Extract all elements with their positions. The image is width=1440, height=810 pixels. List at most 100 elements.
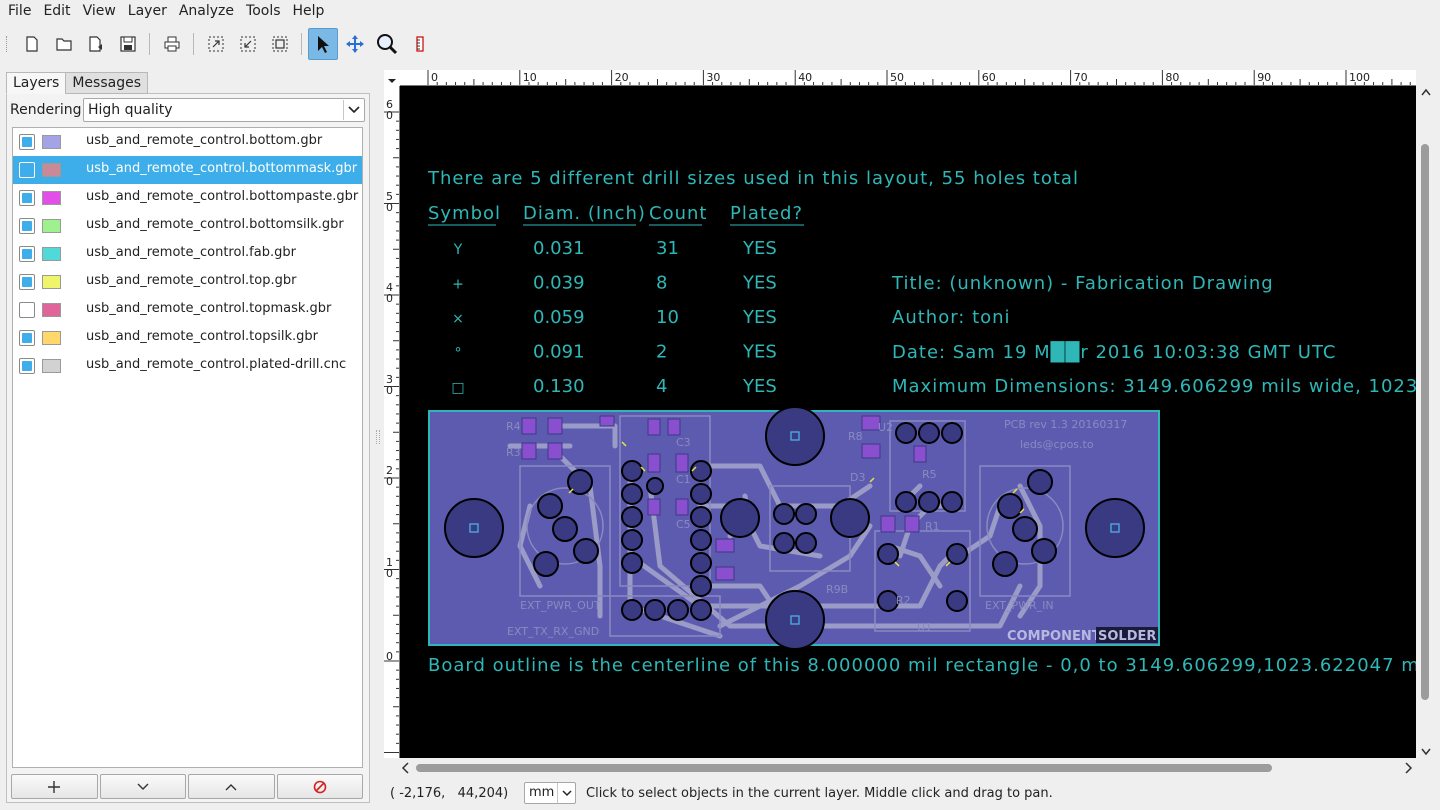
fab-row-diam: 0.130 — [533, 376, 585, 397]
new-project-button[interactable] — [17, 28, 47, 60]
fab-row-symbol: □ — [451, 380, 464, 396]
layer-color-swatch[interactable] — [42, 219, 61, 233]
revert-icon — [89, 36, 102, 52]
toolbar-separator — [149, 33, 150, 55]
layer-row[interactable]: usb_and_remote_control.plated-drill.cnc — [13, 352, 362, 380]
move-layer-down-button[interactable] — [99, 774, 186, 799]
layer-color-swatch[interactable] — [42, 359, 61, 373]
menu-file[interactable]: File — [2, 3, 37, 19]
scroll-left-icon[interactable] — [400, 761, 410, 778]
layer-color-swatch[interactable] — [42, 303, 61, 317]
fab-row-diam: 0.059 — [533, 307, 585, 328]
measure-tool-button[interactable] — [405, 28, 435, 60]
layer-name: usb_and_remote_control.top.gbr — [86, 273, 297, 288]
toolbar-grip[interactable] — [6, 36, 9, 52]
menu-view[interactable]: View — [77, 3, 122, 19]
save-button[interactable] — [113, 28, 143, 60]
layer-row[interactable]: usb_and_remote_control.fab.gbr — [13, 240, 362, 268]
vertical-scroll-thumb[interactable] — [1421, 144, 1429, 700]
horizontal-scrollbar[interactable] — [400, 760, 1416, 776]
tab-messages[interactable]: Messages — [65, 72, 148, 94]
board-ref-u1: U1 — [917, 621, 932, 634]
layer-color-swatch[interactable] — [42, 275, 61, 289]
layer-name: usb_and_remote_control.bottomsilk.gbr — [86, 217, 344, 232]
vertical-scrollbar[interactable] — [1417, 86, 1435, 758]
board-ref-c3: C3 — [676, 436, 691, 449]
layer-visibility-checkbox[interactable] — [19, 358, 35, 374]
layer-row[interactable]: usb_and_remote_control.bottom.gbr — [13, 128, 362, 156]
layer-row[interactable]: usb_and_remote_control.topmask.gbr — [13, 296, 362, 324]
layer-name: usb_and_remote_control.topsilk.gbr — [86, 329, 318, 344]
print-button[interactable] — [157, 28, 187, 60]
zoom-in-icon — [208, 36, 224, 52]
horizontal-scroll-thumb[interactable] — [416, 764, 1272, 772]
zoom-tool-button[interactable] — [372, 28, 402, 60]
ruler-v-label: 0 — [386, 292, 393, 305]
ruler-h-label: 40 — [798, 71, 812, 84]
layer-color-swatch[interactable] — [42, 247, 61, 261]
layer-visibility-checkbox[interactable] — [19, 218, 35, 234]
plus-icon — [48, 780, 61, 793]
zoom-out-button[interactable] — [233, 28, 263, 60]
add-layer-button[interactable] — [11, 774, 98, 799]
save-icon — [120, 36, 136, 52]
ruler-h-label: 20 — [615, 71, 629, 84]
open-project-button[interactable] — [49, 28, 79, 60]
board-ref-r3: R3 — [506, 446, 521, 459]
scroll-up-icon[interactable] — [1420, 86, 1432, 100]
layer-color-swatch[interactable] — [42, 191, 61, 205]
scroll-right-icon[interactable] — [1404, 761, 1414, 778]
layer-visibility-checkbox[interactable] — [19, 246, 35, 262]
unit-select[interactable]: mm — [524, 782, 576, 804]
pan-tool-icon — [346, 35, 364, 53]
layer-visibility-checkbox[interactable] — [19, 274, 35, 290]
layer-name: usb_and_remote_control.plated-drill.cnc — [86, 357, 347, 372]
layer-visibility-checkbox[interactable] — [19, 330, 35, 346]
fab-row-plated: YES — [742, 273, 777, 294]
fab-row-plated: YES — [742, 376, 777, 397]
pcb-board: EXT_PWR_OUT EXT_PWR_IN EXT_TX_RX_GND PCB… — [428, 406, 1160, 650]
scroll-down-icon[interactable] — [1420, 746, 1432, 760]
zoom-in-button[interactable] — [201, 28, 231, 60]
zoom-fit-button[interactable] — [265, 28, 295, 60]
menu-help[interactable]: Help — [287, 3, 331, 19]
menu-tools[interactable]: Tools — [240, 3, 287, 19]
gerber-canvas[interactable]: There are 5 different drill sizes used i… — [400, 86, 1416, 758]
pan-tool-button[interactable] — [340, 28, 370, 60]
menu-layer[interactable]: Layer — [122, 3, 173, 19]
layer-color-swatch[interactable] — [42, 163, 61, 177]
layer-visibility-checkbox[interactable] — [19, 302, 35, 318]
fab-row-symbol: ° — [455, 346, 462, 362]
layer-visibility-checkbox[interactable] — [19, 162, 35, 178]
revert-button[interactable] — [81, 28, 111, 60]
toolbar — [0, 28, 1440, 60]
tab-layers[interactable]: Layers — [6, 72, 67, 94]
layer-color-swatch[interactable] — [42, 331, 61, 345]
fab-row-symbol: × — [452, 311, 464, 327]
chevron-down-icon — [343, 100, 363, 120]
col-plated: Plated? — [730, 203, 803, 224]
pointer-tool-button[interactable] — [308, 28, 338, 60]
layer-row[interactable]: usb_and_remote_control.bottomsilk.gbr — [13, 212, 362, 240]
ruler-corner — [384, 70, 400, 86]
layer-row[interactable]: usb_and_remote_control.top.gbr — [13, 268, 362, 296]
layer-row[interactable]: usb_and_remote_control.bottommask.gbr — [13, 156, 362, 184]
layer-row[interactable]: usb_and_remote_control.topsilk.gbr — [13, 324, 362, 352]
layer-visibility-checkbox[interactable] — [19, 190, 35, 206]
board-ref-r4: R4 — [506, 420, 521, 433]
layer-visibility-checkbox[interactable] — [19, 134, 35, 150]
splitter-handle[interactable] — [376, 430, 380, 444]
board-pcb-version: PCB rev 1.3 20160317 — [1004, 418, 1127, 431]
remove-layer-button[interactable] — [276, 774, 363, 799]
layer-color-swatch[interactable] — [42, 135, 61, 149]
layer-row[interactable]: usb_and_remote_control.bottompaste.gbr — [13, 184, 362, 212]
fab-row-symbol: + — [452, 277, 464, 293]
menu-edit[interactable]: Edit — [37, 3, 76, 19]
move-layer-up-button[interactable] — [188, 774, 275, 799]
fab-row-symbol: Y — [453, 242, 463, 258]
chevron-down-icon — [137, 783, 149, 790]
ruler-v-label: 0 — [386, 567, 393, 580]
rendering-select[interactable]: High quality — [83, 98, 365, 122]
menu-analyze[interactable]: Analyze — [173, 3, 240, 19]
board-ext-out: EXT_PWR_OUT — [520, 599, 601, 612]
